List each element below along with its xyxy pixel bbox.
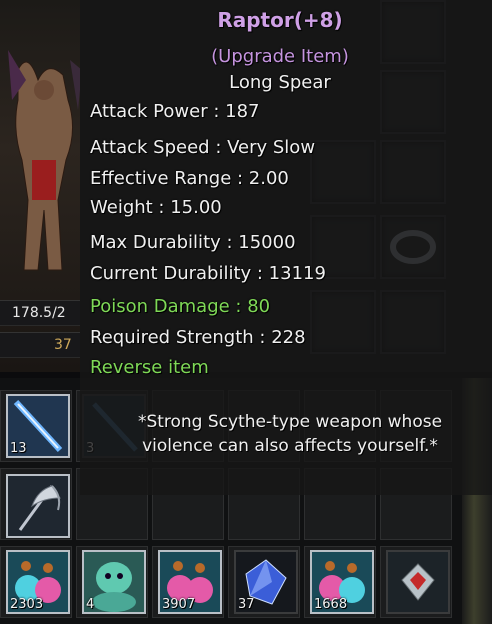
stat-attack-power: Attack Power : 187 [90, 101, 260, 122]
weight-value: 178.5/2 [12, 305, 66, 321]
stat-reverse-item: Reverse item [90, 357, 209, 378]
item-quantity: 13 [10, 441, 27, 456]
item-quantity: 37 [238, 597, 255, 612]
item-tooltip: Raptor(+8) (Upgrade Item) Long Spear Att… [80, 0, 492, 495]
upgrade-tag: (Upgrade Item) [211, 46, 349, 67]
bag-item-potion[interactable]: 1668 [310, 550, 374, 614]
stat-required-strength: Required Strength : 228 [90, 327, 306, 348]
gold-value: 37 [54, 337, 72, 353]
item-description: *Strong Scythe-type weapon whose violenc… [137, 412, 443, 456]
bag-item-potion[interactable]: 2303 [6, 550, 70, 614]
character-model [8, 50, 80, 271]
bag-item-potion[interactable]: 3907 [158, 550, 222, 614]
stat-attack-speed: Attack Speed : Very Slow [90, 137, 316, 158]
scythe-icon [18, 485, 61, 531]
bag-item-ogre[interactable]: 4 [82, 550, 146, 614]
stat-effective-range: Effective Range : 2.00 [90, 168, 289, 189]
stat-current-durability: Current Durability : 13119 [90, 263, 326, 284]
character-panel: 178.5/2 37 [0, 0, 80, 372]
bag-item-crystal[interactable]: 37 [234, 550, 298, 614]
item-quantity: 1668 [314, 597, 348, 612]
bag-item-scythe[interactable] [6, 474, 70, 538]
stat-poison-damage: Poison Damage : 80 [90, 296, 271, 317]
item-quantity: 2303 [10, 597, 44, 612]
item-quantity: 3907 [162, 597, 196, 612]
weight-row: 178.5/2 [0, 300, 80, 326]
red-gem-icon [401, 563, 435, 601]
item-name: Raptor(+8) [217, 8, 343, 32]
bag-item-red-gem[interactable] [386, 550, 450, 614]
item-quantity: 4 [86, 597, 95, 612]
bag-item-spear[interactable]: 13 [6, 394, 70, 458]
stat-max-durability: Max Durability : 15000 [90, 232, 296, 253]
stat-weight: Weight : 15.00 [90, 197, 222, 218]
gold-row: 37 [0, 332, 80, 358]
item-type: Long Spear [229, 72, 331, 93]
